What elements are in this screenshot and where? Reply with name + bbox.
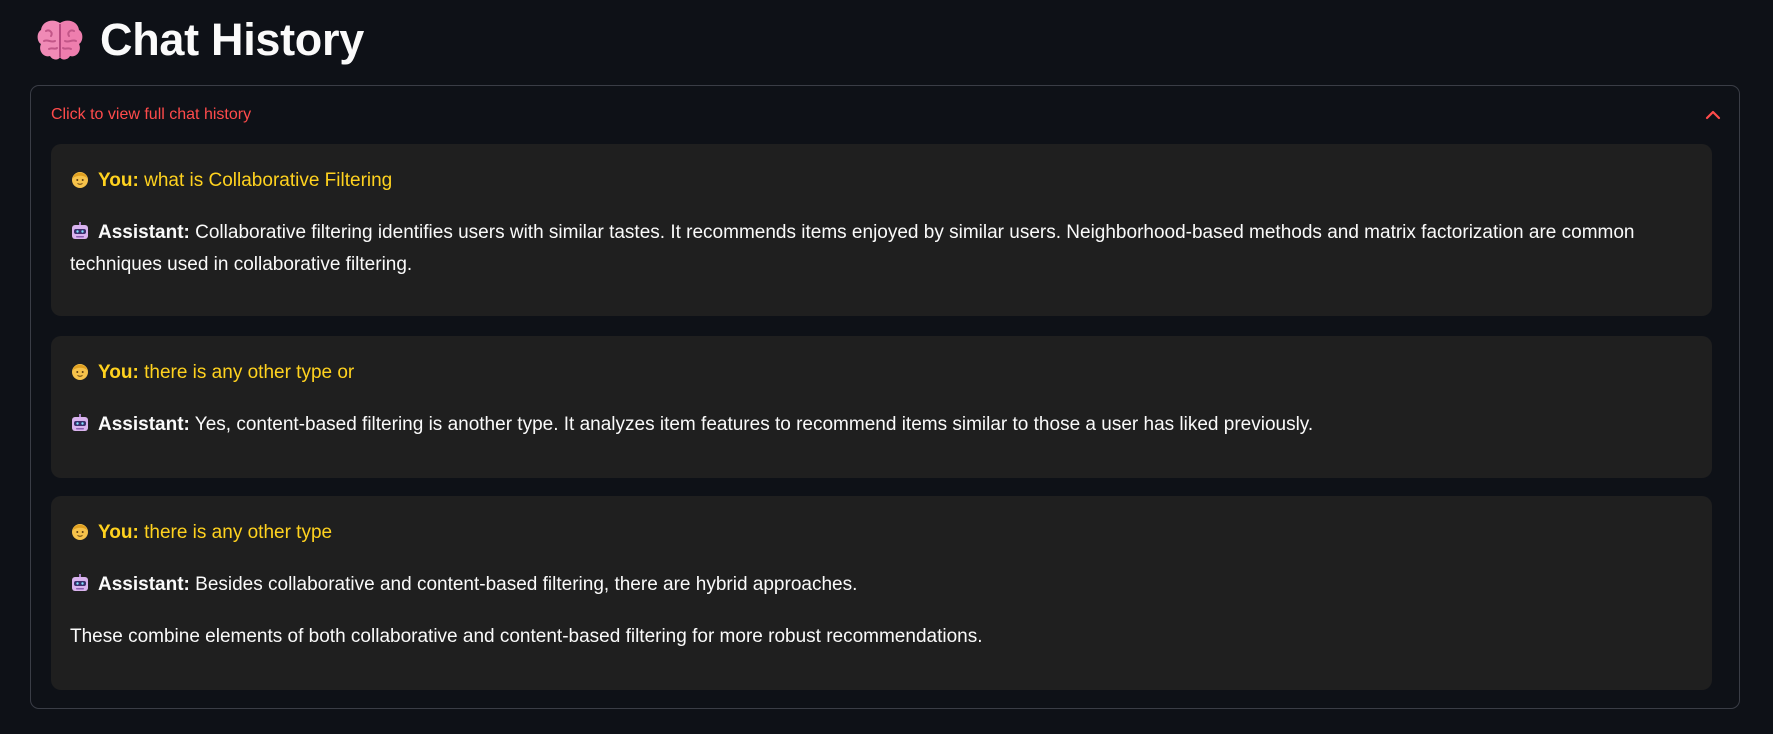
user-message: You: there is any other type or xyxy=(70,357,1692,389)
assistant-label: Assistant: xyxy=(98,414,190,435)
brain-icon xyxy=(36,17,84,63)
user-message: You: what is Collaborative Filtering xyxy=(70,165,1692,197)
person-icon xyxy=(70,360,90,380)
chat-entry: You: what is Collaborative Filtering Ass… xyxy=(51,144,1712,316)
robot-icon xyxy=(70,572,90,592)
assistant-label: Assistant: xyxy=(98,574,190,595)
page-title: Chat History xyxy=(36,10,364,70)
assistant-text: Besides collaborative and content-based … xyxy=(195,574,858,595)
user-label: You: xyxy=(98,522,139,543)
robot-icon xyxy=(70,220,90,240)
assistant-message: Assistant: Besides collaborative and con… xyxy=(70,569,1692,601)
expander-header[interactable]: Click to view full chat history xyxy=(31,86,1739,144)
user-message: You: there is any other type xyxy=(70,517,1692,549)
expander-label: Click to view full chat history xyxy=(51,106,252,123)
chat-entry: You: there is any other type Assistant: … xyxy=(51,496,1712,690)
user-text: what is Collaborative Filtering xyxy=(144,170,393,191)
user-label: You: xyxy=(98,170,139,191)
assistant-message: Assistant: Yes, content-based filtering … xyxy=(70,409,1692,441)
person-icon xyxy=(70,168,90,188)
user-text: there is any other type or xyxy=(144,362,355,383)
assistant-paragraph: These combine elements of both collabora… xyxy=(70,626,983,647)
person-icon xyxy=(70,520,90,540)
robot-icon xyxy=(70,412,90,432)
chevron-up-icon[interactable] xyxy=(1703,105,1723,125)
assistant-text: Collaborative filtering identifies users… xyxy=(70,222,1635,275)
chat-entry: You: there is any other type or Assistan… xyxy=(51,336,1712,478)
assistant-label: Assistant: xyxy=(98,222,190,243)
assistant-text: Yes, content-based filtering is another … xyxy=(194,414,1314,435)
user-label: You: xyxy=(98,362,139,383)
assistant-message: Assistant: Collaborative filtering ident… xyxy=(70,217,1692,281)
chat-history-expander: Click to view full chat history You: wha… xyxy=(30,85,1740,709)
page-title-text: Chat History xyxy=(100,14,364,65)
user-text: there is any other type xyxy=(144,522,333,543)
